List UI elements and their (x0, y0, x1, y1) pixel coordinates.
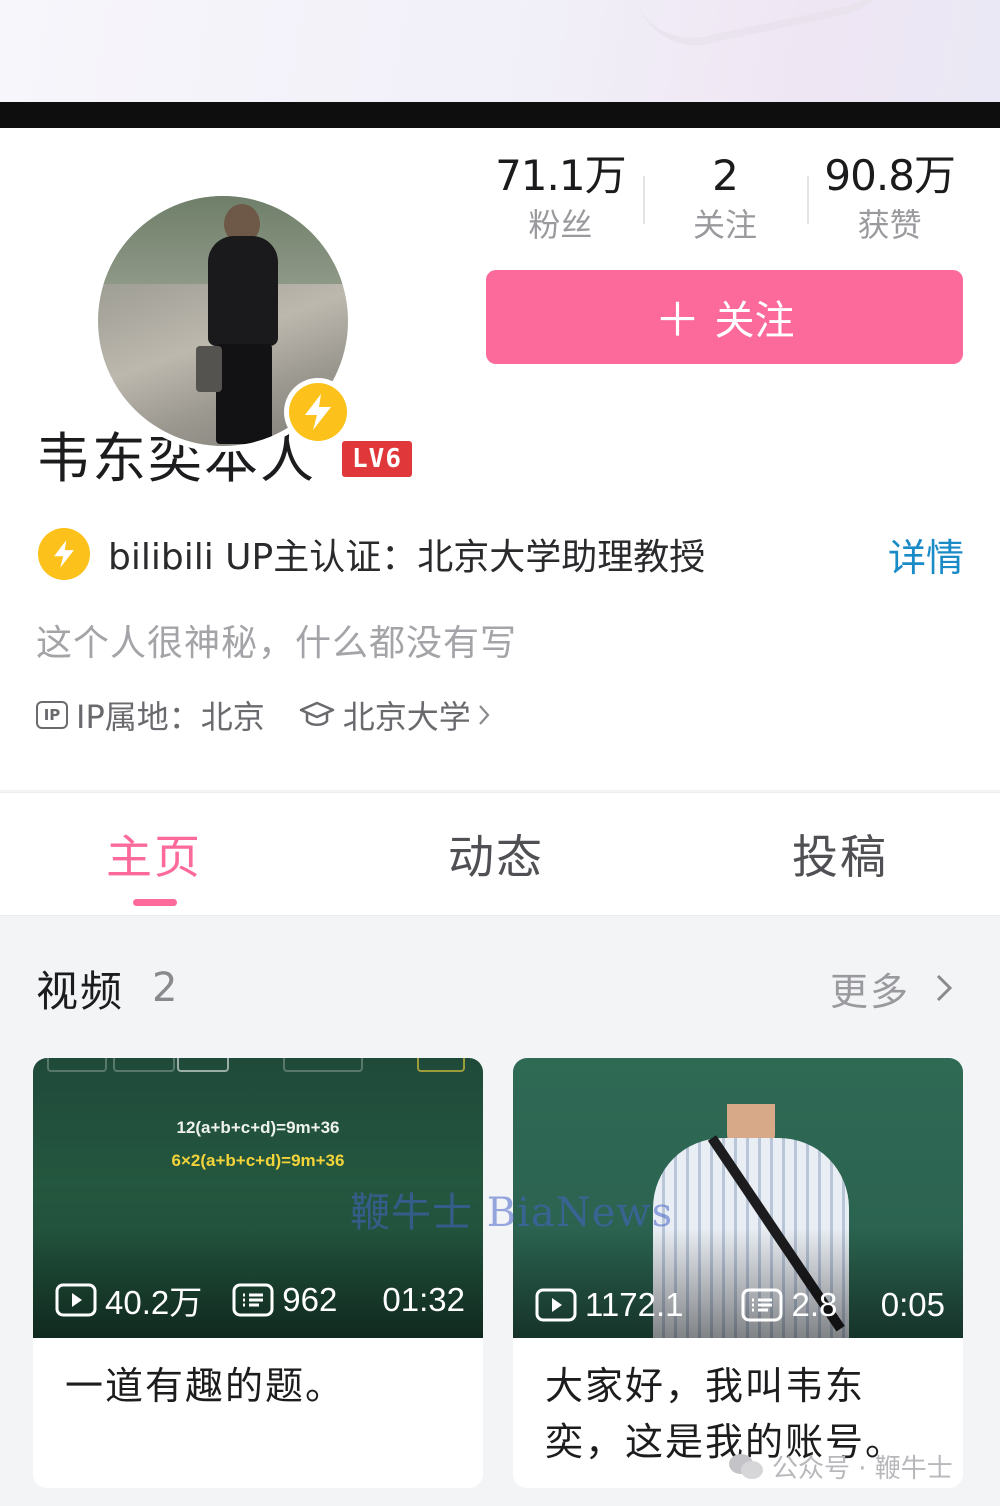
certification-text: bilibili UP主认证：北京大学助理教授 (108, 537, 706, 578)
comment-count: 962 (282, 1281, 338, 1318)
certification-row: bilibili UP主认证：北京大学助理教授 详情 (38, 526, 964, 582)
chevron-right-icon (478, 705, 490, 725)
video-stats: 40.2万 962 01:32 (55, 1276, 465, 1324)
watermark-footer-text: 公众号 · 鞭牛士 (772, 1454, 953, 1484)
stat-value: 90.8万 (824, 151, 956, 200)
thumbnail-equation: 6×2(a+b+c+d)=9m+36 (171, 1151, 345, 1170)
watermark-text: 鞭牛士 BiaNews (350, 1190, 674, 1236)
video-duration: 0:05 (880, 1286, 945, 1323)
view-count: 40.2万 (105, 1284, 203, 1321)
stat-value: 71.1万 (495, 151, 627, 200)
up-certified-bolt-icon (38, 528, 90, 580)
banner-edge (0, 102, 1000, 128)
play-count-icon (535, 1288, 577, 1322)
video-card[interactable]: 1172.1 2.8 0:05 大家好，我叫韦东奕，这是我的账号。 (513, 1058, 963, 1488)
stat-likes[interactable]: 90.8万 获赞 (807, 150, 972, 250)
section-title: 视频 (36, 966, 125, 1016)
tab-uploads[interactable]: 投稿 (792, 821, 888, 887)
video-title: 一道有趣的题。 (65, 1364, 346, 1408)
profile-card: 71.1万 粉丝 2 关注 90.8万 获赞 ＋ 关注 韦东奕本人 LV6 bi… (0, 128, 1000, 790)
wechat-icon (728, 1453, 764, 1481)
profile-tabs: 主页 动态 投稿 (0, 792, 1000, 916)
stat-label: 关注 (693, 206, 758, 244)
stat-value: 2 (712, 151, 739, 200)
chevron-right-icon (936, 974, 953, 1002)
profile-meta: IP IP属地：北京 北京大学 (36, 692, 499, 738)
comment-count: 2.8 (791, 1286, 838, 1323)
stat-label: 粉丝 (528, 206, 593, 244)
stat-following[interactable]: 2 关注 (642, 150, 808, 250)
verified-bolt-icon (284, 378, 352, 446)
stat-fans[interactable]: 71.1万 粉丝 (478, 150, 643, 250)
view-count: 1172.1 (585, 1286, 684, 1323)
thumbnail-equation: 12(a+b+c+d)=9m+36 (176, 1118, 340, 1137)
watermark-footer: 公众号 · 鞭牛士 (728, 1448, 953, 1485)
banner-decoration (636, 0, 904, 57)
active-tab-indicator (133, 899, 177, 906)
video-stats: 1172.1 2.8 0:05 (535, 1286, 945, 1324)
follow-button[interactable]: ＋ 关注 (486, 270, 963, 364)
stat-label: 获赞 (857, 206, 922, 244)
more-link[interactable]: 更多 (830, 961, 964, 1016)
profile-stats: 71.1万 粉丝 2 关注 90.8万 获赞 (478, 150, 972, 250)
ip-icon: IP (36, 701, 68, 729)
section-count: 2 (152, 965, 178, 1011)
video-duration: 01:32 (382, 1281, 465, 1318)
more-label: 更多 (829, 969, 910, 1014)
video-card[interactable]: 12(a+b+c+d)=9m+36 6×2(a+b+c+d)=9m+36 40.… (33, 1058, 483, 1488)
tab-dynamics[interactable]: 动态 (448, 821, 544, 887)
school-link[interactable]: 北京大学 (299, 692, 499, 738)
ip-location: IP属地：北京 (76, 698, 265, 736)
graduation-cap-icon (299, 701, 334, 726)
tab-home[interactable]: 主页 (106, 821, 202, 887)
follow-button-label: 关注 (714, 298, 795, 344)
videos-section-header: 视频 2 更多 (36, 958, 964, 1018)
profile-banner (0, 0, 1000, 105)
danmaku-count-icon (741, 1288, 783, 1322)
school-name: 北京大学 (342, 698, 471, 736)
certification-detail-link[interactable]: 详情 (888, 527, 964, 582)
profile-bio: 这个人很神秘，什么都没有写 (36, 623, 518, 664)
plus-icon: ＋ (654, 293, 701, 347)
level-badge: LV6 (342, 441, 412, 477)
play-count-icon (55, 1283, 97, 1317)
danmaku-count-icon (232, 1283, 274, 1317)
